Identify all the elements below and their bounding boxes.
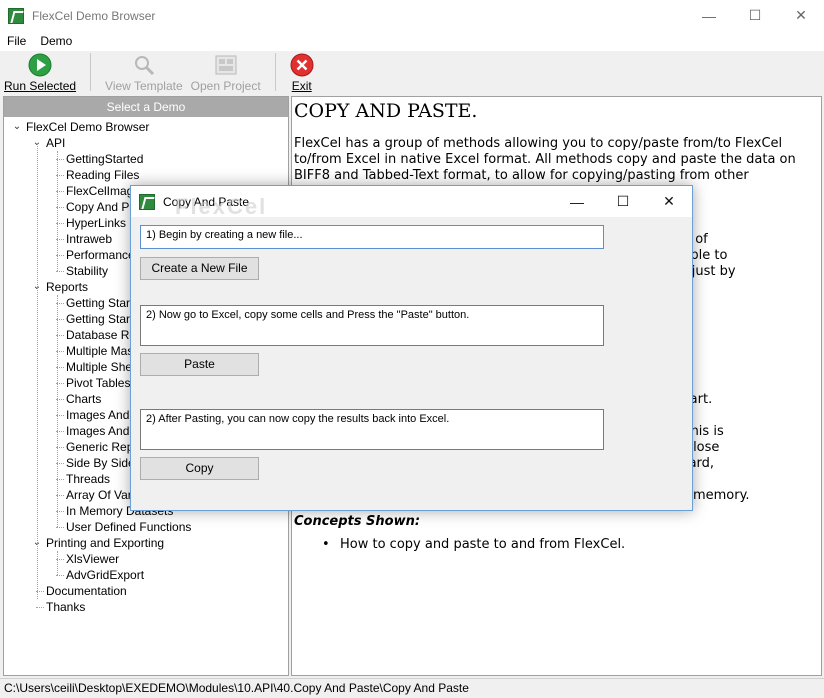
run-selected-button[interactable]: Run Selected [0,51,80,93]
tree-connector [56,271,64,272]
menubar: File Demo [0,31,824,51]
tree-item[interactable]: Reports [46,279,88,295]
tree-item[interactable]: Documentation [46,583,127,599]
close-button[interactable]: ✕ [778,0,824,31]
tree-item[interactable]: API [46,135,65,151]
dialog-close-button[interactable]: ✕ [646,186,692,217]
tree-connector [36,607,44,608]
step1-text: 1) Begin by creating a new file... [140,225,604,249]
tree-guide-line [37,143,38,599]
magnifier-icon [132,53,156,77]
tree-guide-line [57,295,58,527]
dialog-minimize-button[interactable]: — [554,186,600,217]
tree-item[interactable]: Charts [66,391,101,407]
doc-paragraph-line: BIFF8 and Tabbed-Text format, to allow f… [294,168,749,183]
demo-tree[interactable]: ⌄ FlexCel Demo Browser ⌄ API GettingStarted R… [4,117,288,614]
paste-button[interactable]: Paste [140,353,259,376]
tree-item[interactable]: Thanks [46,599,85,615]
dialog-titlebar: Copy And Paste FlexCel — ☐ ✕ [131,186,692,219]
flexcel-app-icon [139,193,155,210]
tree-item[interactable]: Printing and Exporting [46,535,164,551]
tree-item[interactable]: HyperLinks [66,215,126,231]
menu-demo[interactable]: Demo [33,34,79,48]
tree-connector [56,575,64,576]
dialog-maximize-button[interactable]: ☐ [600,186,646,217]
run-selected-label: Run Selected [4,79,77,93]
doc-paragraph-line: FlexCel has a group of methods allowing … [294,136,783,151]
open-project-label: Open Project [190,79,261,93]
tree-item[interactable]: Stability [66,263,108,279]
play-icon [28,53,52,77]
tree-item[interactable]: XlsViewer [66,551,119,567]
concepts-heading: Concepts Shown: [294,514,421,529]
tree-item[interactable]: Getting Starte [66,295,140,311]
tree-item[interactable]: Performance [66,247,135,263]
toolbar-separator [274,53,276,91]
create-new-file-button[interactable]: Create a New File [140,257,259,280]
step3-text: 2) After Pasting, you can now copy the r… [140,409,604,450]
bullet-dot: • [322,537,330,552]
concept-text: How to copy and paste to and from FlexCe… [340,537,626,552]
tree-item[interactable]: Pivot Tables [66,375,130,391]
tree-guide-line [57,551,58,575]
tree-guide-line [57,151,58,271]
doc-paragraph-line: to/from Excel in native Excel format. Al… [294,152,796,167]
copy-paste-dialog: Copy And Paste FlexCel — ☐ ✕ 1) Begin by… [130,185,693,511]
tree-item[interactable]: Generic Repo [66,439,140,455]
window-title: FlexCel Demo Browser [32,8,156,23]
tree-item[interactable]: FlexCelImage [66,183,140,199]
open-project-button[interactable]: Open Project [187,51,265,93]
toolbar: Run Selected View Template Open Project … [0,51,824,95]
flexcel-app-icon [8,7,24,24]
status-bar: C:\Users\ceili\Desktop\EXEDEMO\Modules\1… [0,678,824,697]
exit-icon [290,53,314,77]
exit-label: Exit [291,79,312,93]
tree-item[interactable]: AdvGridExport [66,567,144,583]
exit-button[interactable]: Exit [286,51,318,93]
dialog-watermark: FlexCel [175,194,268,219]
tree-item[interactable]: Getting Starte [66,311,140,327]
tree-item[interactable]: Reading Files [66,167,139,183]
main-titlebar: FlexCel Demo Browser — ☐ ✕ [0,0,824,31]
project-icon [214,53,238,77]
step2-text: 2) Now go to Excel, copy some cells and … [140,305,604,346]
view-template-button[interactable]: View Template [101,51,187,93]
tree-item[interactable]: GettingStarted [66,151,143,167]
tree-expand-toggle[interactable]: ⌄ [12,119,22,135]
doc-title: COPY AND PASTE. [294,100,478,122]
window-controls: — ☐ ✕ [686,0,824,31]
minimize-button[interactable]: — [686,0,732,31]
tree-item[interactable]: User Defined Functions [66,519,191,535]
tree-item[interactable]: FlexCel Demo Browser [26,119,149,135]
tree-item[interactable]: Intraweb [66,231,112,247]
dialog-controls: — ☐ ✕ [554,186,692,217]
tree-item[interactable]: Threads [66,471,110,487]
view-template-label: View Template [105,79,183,93]
tree-header: Select a Demo [4,97,288,117]
maximize-button[interactable]: ☐ [732,0,778,31]
menu-file[interactable]: File [0,34,33,48]
copy-button[interactable]: Copy [140,457,259,480]
concept-bullet: • How to copy and paste to and from Flex… [322,537,821,552]
toolbar-separator [90,53,92,91]
tree-connector [56,527,64,528]
